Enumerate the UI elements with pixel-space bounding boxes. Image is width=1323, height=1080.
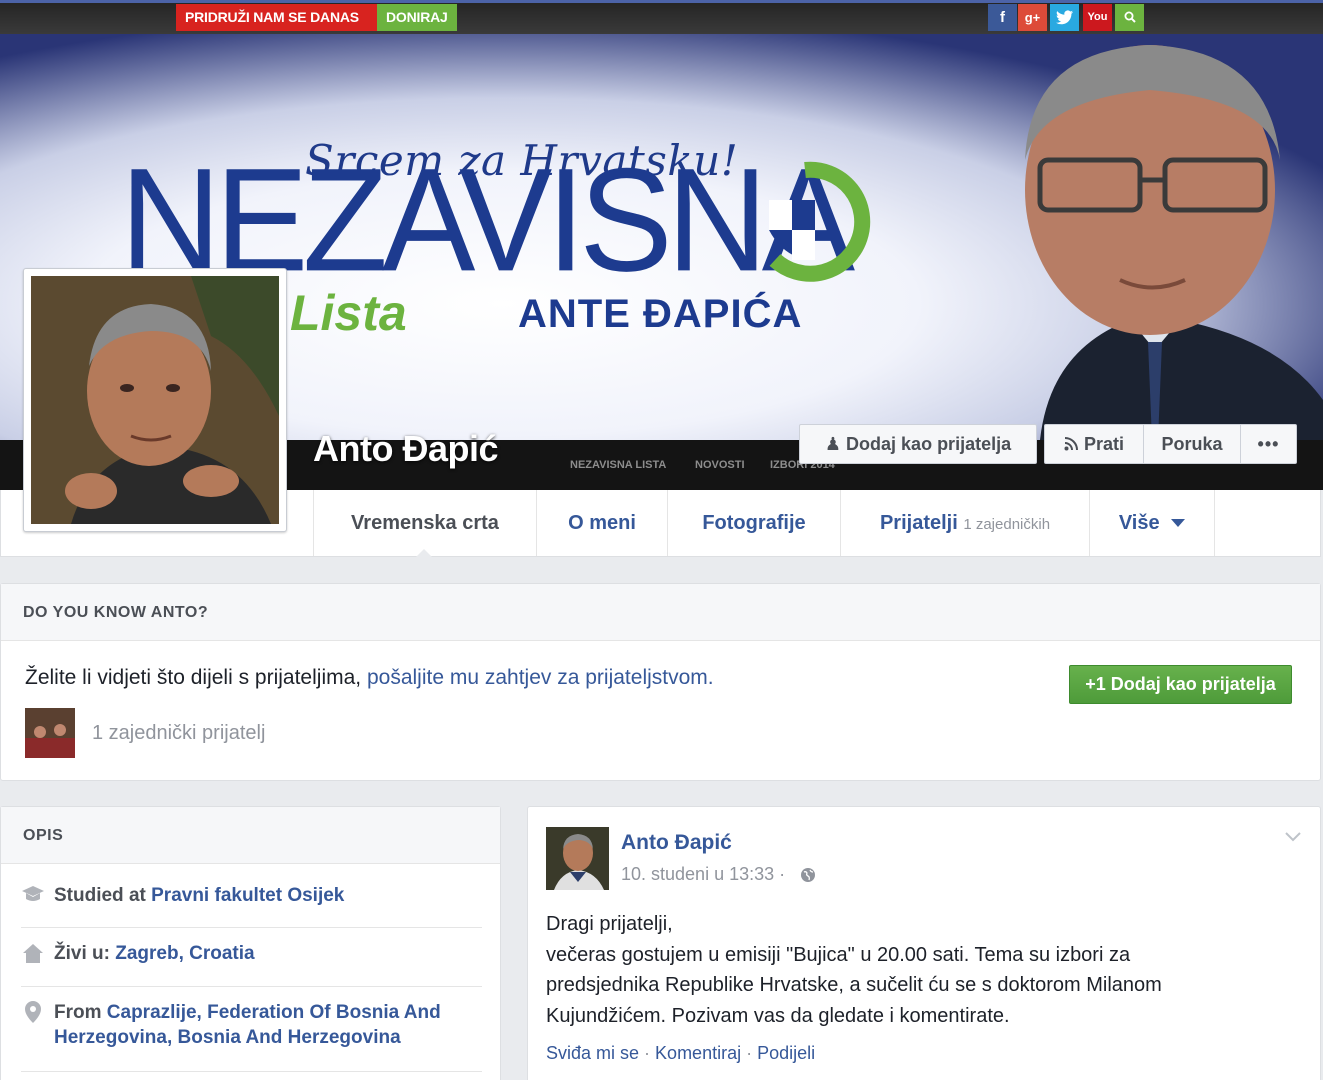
timeline-post: Anto Đapić 10. studeni u 13:33 · Dragi p… [527,806,1321,1080]
cover-top-line [0,0,1323,3]
do-you-know-header: DO YOU KNOW ANTO? [1,584,1320,641]
mutual-friends-text[interactable]: 1 zajednički prijatelj [92,722,265,745]
cover-nav-item: NOVOSTI [695,459,745,471]
separator: · [741,1043,758,1063]
post-actions: Sviđa mi se · Komentiraj · Podijeli [546,1043,815,1064]
mutual-friend-avatar[interactable] [25,708,75,758]
post-line: predsjednika Republike Hrvatske, a sučel… [546,974,1162,996]
tab-about[interactable]: O meni [536,490,667,556]
add-friend-green-button[interactable]: +1 Dodaj kao prijatelja [1069,665,1292,704]
tab-more[interactable]: Više [1089,490,1215,556]
education-row: Studied at Pravni fakultet Osijek [21,883,482,928]
donate-banner: DONIRAJ [377,4,457,31]
add-friend-button[interactable]: ♟ Dodaj kao prijatelja [799,424,1037,464]
active-tab-indicator [415,549,433,558]
tab-friends[interactable]: Prijatelji 1 zajedničkih [840,490,1089,556]
tab-more-label: Više [1118,512,1160,534]
do-you-know-prompt: Želite li vidjeti što dijeli s prijatelj… [25,666,362,689]
party-emblem-logo [769,161,871,282]
from-text: From Caprazlije, Federation Of Bosnia An… [54,1000,441,1050]
graduation-cap-icon [22,886,44,901]
add-friend-icon: ♟ [824,434,842,454]
tab-timeline[interactable]: Vremenska crta [313,490,536,556]
from-row: From Caprazlije, Federation Of Bosnia An… [21,1000,482,1072]
intro-header: OPIS [1,807,500,864]
cover-portrait-image [1025,45,1323,440]
post-author-avatar[interactable] [546,827,609,890]
from-prefix: From [54,1002,102,1023]
lives-in-text: Živi u: Zagreb, Croatia [54,941,255,966]
comment-link[interactable]: Komentiraj [655,1043,741,1063]
lives-in-prefix: Živi u: [54,943,110,964]
globe-icon [801,868,815,882]
post-line: Kujundžićem. Pozivam vas da gledate i ko… [546,1004,1010,1027]
education-link[interactable]: Pravni fakultet Osijek [151,885,344,906]
join-banner: PRIDRUŽI NAM SE DANAS [176,4,377,31]
separator: · [639,1043,656,1063]
lives-in-row: Živi u: Zagreb, Croatia [21,941,482,987]
post-options-chevron-icon[interactable] [1285,831,1301,843]
tab-friends-label: Prijatelji [879,512,958,534]
education-text: Studied at Pravni fakultet Osijek [54,883,344,908]
share-link[interactable]: Podijeli [757,1043,815,1063]
tab-photos[interactable]: Fotografije [667,490,840,556]
post-body: Dragi prijatelji, večeras gostujem u emi… [546,909,1256,1031]
intro-card: OPIS Studied at Pravni fakultet Osijek Ž… [0,806,501,1080]
post-timestamp[interactable]: 10. studeni u 13:33 · [621,864,785,885]
profile-name[interactable]: Anto Đapić [313,428,499,470]
rss-icon [1064,437,1078,451]
caret-down-icon [1171,519,1186,527]
post-author-name[interactable]: Anto Đapić [621,831,732,855]
follow-label: Prati [1083,434,1125,454]
cover-party-lista: Lista [290,285,407,341]
message-button[interactable]: Poruka [1143,424,1240,464]
add-friend-label: Dodaj kao prijatelja [846,434,1012,454]
add-friend-green-label: Dodaj kao prijatelja [1110,674,1276,694]
profile-photo-image [31,276,279,524]
home-icon [23,944,43,963]
education-prefix: Studied at [54,885,146,906]
tab-friends-count: 1 zajedničkih [963,516,1051,533]
from-link-line-1[interactable]: Caprazlije, Federation Of Bosnia And [107,1002,441,1023]
do-you-know-text: Želite li vidjeti što dijeli s prijatelj… [25,666,714,690]
from-link-line-2[interactable]: Herzegovina, Bosnia And Herzegovina [54,1027,401,1048]
lives-in-link[interactable]: Zagreb, Croatia [115,943,254,964]
do-you-know-card: DO YOU KNOW ANTO? Želite li vidjeti što … [0,583,1321,781]
cover-nav-item: NEZAVISNA LISTA [570,459,667,471]
post-line: Dragi prijatelji, [546,913,673,935]
more-options-button[interactable]: ••• [1240,424,1297,464]
follow-button[interactable]: Prati [1044,424,1143,464]
profile-picture[interactable] [23,268,287,532]
cover-leader-name: ANTE ĐAPIĆA [518,292,803,336]
location-pin-icon [25,1001,41,1023]
plus-one-icon: +1 [1085,674,1106,694]
like-link[interactable]: Sviđa mi se [546,1043,639,1063]
post-line: večeras gostujem u emisiji "Bujica" u 20… [546,943,1131,966]
send-friend-request-link[interactable]: pošaljite mu zahtjev za prijateljstvom. [367,666,714,689]
